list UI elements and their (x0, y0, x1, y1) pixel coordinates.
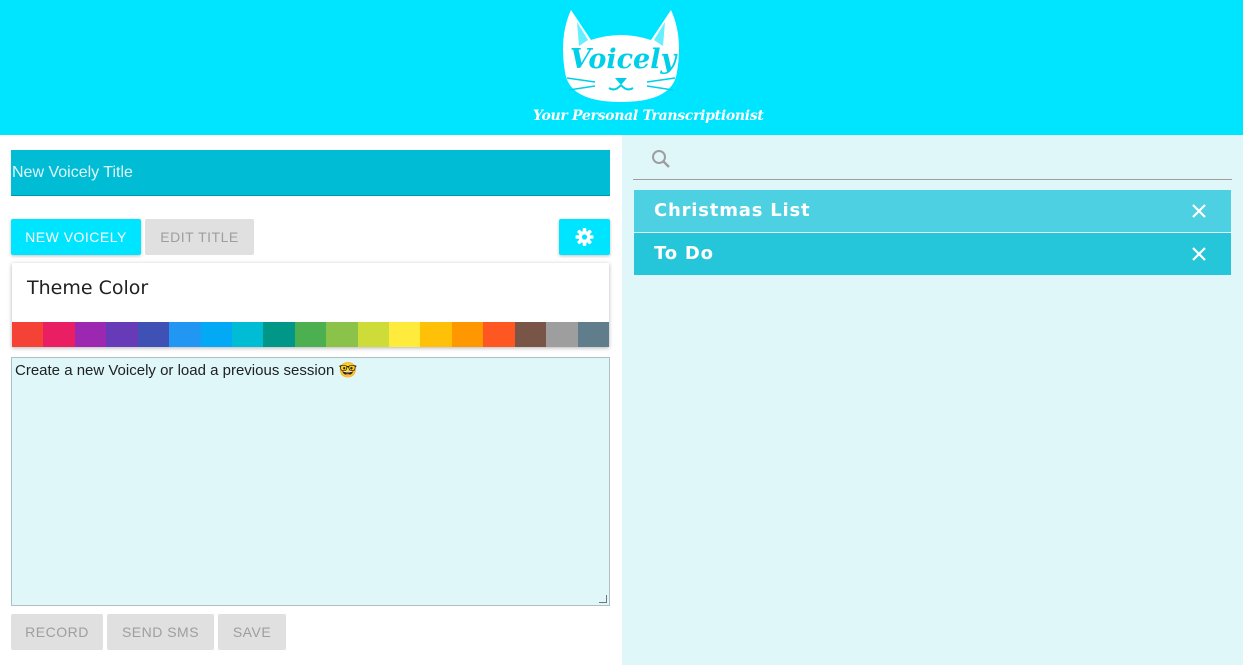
resize-handle-icon[interactable] (599, 595, 607, 603)
color-swatch[interactable] (43, 322, 75, 347)
color-swatch[interactable] (546, 322, 578, 347)
theme-color-card: Theme Color (12, 263, 610, 347)
logo-wordmark: Voicely (569, 44, 677, 75)
color-swatch[interactable] (389, 322, 421, 347)
color-swatch[interactable] (451, 322, 484, 347)
settings-button[interactable] (559, 219, 610, 255)
color-swatch[interactable] (577, 322, 610, 347)
color-swatch[interactable] (357, 322, 390, 347)
edit-title-button[interactable]: EDIT TITLE (145, 219, 254, 255)
color-swatch[interactable] (200, 322, 232, 347)
color-swatch[interactable] (231, 322, 264, 347)
color-swatch[interactable] (169, 322, 201, 347)
color-swatch[interactable] (12, 322, 44, 347)
new-voicely-button[interactable]: NEW VOICELY (11, 219, 141, 255)
color-swatch[interactable] (263, 322, 295, 347)
color-swatch[interactable] (514, 322, 547, 347)
session-item-label: Christmas List (654, 200, 811, 221)
color-swatch[interactable] (137, 322, 170, 347)
color-swatch[interactable] (483, 322, 515, 347)
title-input[interactable]: New Voicely Title (11, 150, 610, 196)
color-swatch[interactable] (326, 322, 358, 347)
record-button[interactable]: RECORD (11, 614, 103, 650)
theme-color-label: Theme Color (27, 277, 149, 299)
close-icon[interactable] (1189, 244, 1209, 264)
editor-panel: New Voicely Title NEW VOICELY EDIT TITLE… (0, 135, 622, 665)
color-swatch[interactable] (106, 322, 138, 347)
search-bar (633, 144, 1232, 180)
transcript-textarea[interactable]: Create a new Voicely or load a previous … (11, 357, 610, 606)
close-icon[interactable] (1189, 201, 1209, 221)
session-item-to-do[interactable]: To Do (634, 233, 1231, 275)
transcript-text: Create a new Voicely or load a previous … (15, 362, 358, 379)
search-icon (652, 150, 670, 168)
gear-icon (575, 228, 594, 246)
session-item-label: To Do (654, 243, 714, 264)
save-button[interactable]: SAVE (218, 614, 286, 650)
search-input[interactable] (683, 150, 1217, 176)
sessions-panel: Christmas List To Do (622, 135, 1243, 665)
color-swatch[interactable] (420, 322, 452, 347)
send-sms-button[interactable]: SEND SMS (107, 614, 214, 650)
app-header: Voicely Your Personal Transcriptionist (0, 0, 1243, 135)
color-swatch[interactable] (74, 322, 107, 347)
logo-tagline: Your Personal Transcriptionist (533, 108, 764, 124)
color-swatch-row (12, 322, 610, 347)
color-swatch[interactable] (294, 322, 327, 347)
session-item-christmas-list[interactable]: Christmas List (634, 190, 1231, 232)
voicely-logo: Voicely Your Personal Transcriptionist (533, 6, 764, 130)
